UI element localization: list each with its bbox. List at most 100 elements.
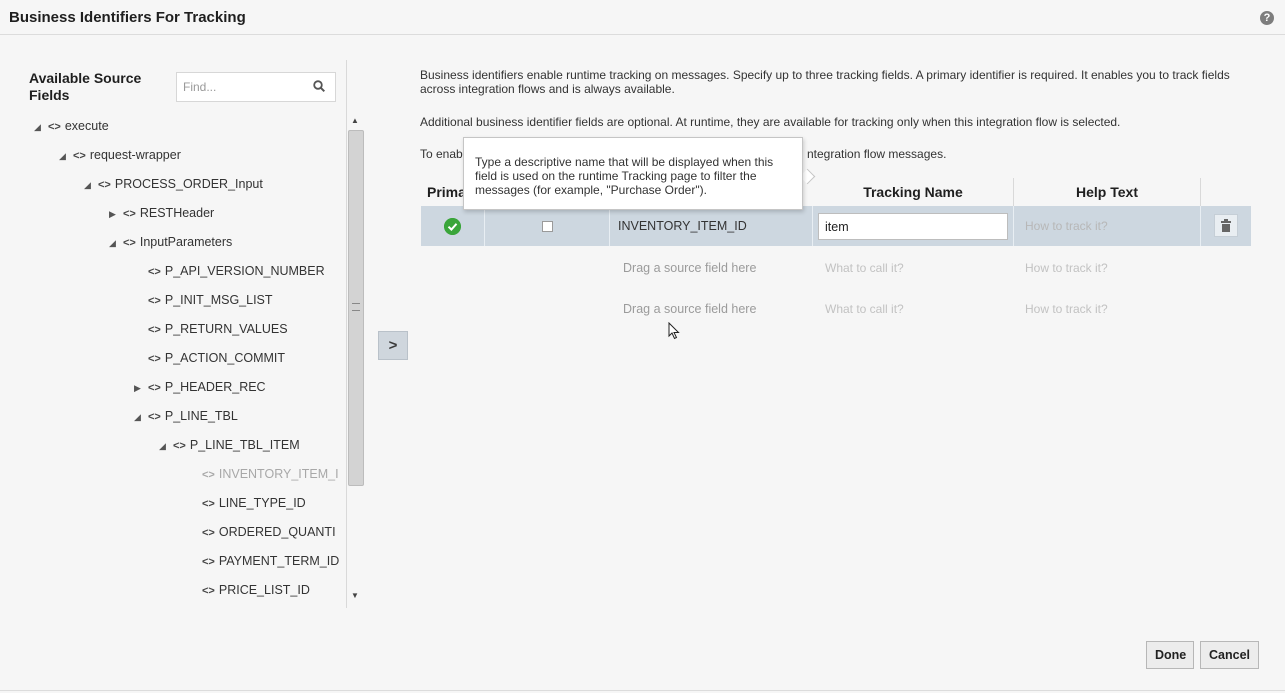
element-icon: <> <box>148 324 161 336</box>
tracking-name-cell <box>813 206 1014 246</box>
source-field-name: INVENTORY_ITEM_ID <box>618 219 747 233</box>
source-field-tree: ◢ <> execute ◢ <> request-wrapper ◢ <> PROCESS… <box>22 112 344 608</box>
tree-node-p-return-values[interactable]: <> P_RETURN_VALUES <box>134 315 288 344</box>
cancel-button[interactable]: Cancel <box>1200 641 1259 669</box>
tree-node-label: ORDERED_QUANTI <box>218 525 336 539</box>
field-cell: INVENTORY_ITEM_ID <box>610 206 813 246</box>
scroll-grip-icon <box>352 303 360 311</box>
tree-node-price-list-id[interactable]: <> PRICE_LIST_ID <box>188 576 310 605</box>
tree-node-process-order-input[interactable]: ◢ <> PROCESS_ORDER_Input <box>84 170 263 199</box>
search-icon[interactable] <box>313 80 325 92</box>
collapse-icon[interactable]: ◢ <box>84 171 98 200</box>
tree-node-inputparameters[interactable]: ◢ <> InputParameters <box>109 228 232 257</box>
tree-node-label: P_INIT_MSG_LIST <box>164 293 273 307</box>
element-icon: <> <box>202 556 215 568</box>
collapse-icon[interactable]: ◢ <box>34 113 48 142</box>
scroll-down-arrow-icon[interactable]: ▼ <box>350 592 360 600</box>
element-icon: <> <box>123 237 136 249</box>
element-icon: <> <box>148 266 161 278</box>
expand-icon[interactable]: ▶ <box>134 374 148 403</box>
primary-cell <box>421 206 485 246</box>
help-placeholder[interactable]: How to track it? <box>1025 248 1108 288</box>
tree-node-ordered-quantity[interactable]: <> ORDERED_QUANTI <box>188 518 336 547</box>
tracking-row-primary[interactable]: INVENTORY_ITEM_ID How to track it? <box>421 206 1251 246</box>
find-input[interactable] <box>177 73 309 101</box>
trash-icon <box>1221 219 1231 232</box>
element-icon: <> <box>148 295 161 307</box>
tree-node-p-line-tbl-item[interactable]: ◢ <> P_LINE_TBL_ITEM <box>159 431 300 460</box>
tree-node-label: P_RETURN_VALUES <box>164 322 288 336</box>
checkmark-circle-icon[interactable] <box>444 218 461 235</box>
description-primary: Business identifiers enable runtime trac… <box>420 68 1230 96</box>
find-box <box>176 72 336 102</box>
tree-node-execute[interactable]: ◢ <> execute <box>34 112 109 141</box>
collapse-icon[interactable]: ◢ <box>109 229 123 258</box>
tree-node-label: PROCESS_ORDER_Input <box>114 177 263 191</box>
column-header-tracking-name: Tracking Name <box>813 178 1014 206</box>
tree-node-label: P_HEADER_REC <box>164 380 266 394</box>
help-text-placeholder: How to track it? <box>1025 219 1108 233</box>
tree-node-label: P_LINE_TBL_ITEM <box>189 438 300 452</box>
tree-node-p-line-tbl[interactable]: ◢ <> P_LINE_TBL <box>134 402 238 431</box>
help-placeholder[interactable]: How to track it? <box>1025 289 1108 329</box>
panel-divider <box>346 60 347 608</box>
delete-cell <box>1201 206 1251 246</box>
dialog-header: Business Identifiers For Tracking ? <box>0 0 1285 35</box>
element-icon: <> <box>148 382 161 394</box>
empty-tracking-row[interactable]: Drag a source field here What to call it… <box>421 289 1251 329</box>
scrollbar-thumb[interactable] <box>348 130 364 486</box>
element-icon: <> <box>73 150 86 162</box>
tree-node-p-api-version-number[interactable]: <> P_API_VERSION_NUMBER <box>134 257 325 286</box>
tree-node-label: P_API_VERSION_NUMBER <box>164 264 325 278</box>
tree-node-p-action-commit[interactable]: <> P_ACTION_COMMIT <box>134 344 285 373</box>
collapse-icon[interactable]: ◢ <box>59 142 73 171</box>
tree-node-request-wrapper[interactable]: ◢ <> request-wrapper <box>59 141 181 170</box>
footer-divider <box>0 690 1285 691</box>
drop-zone[interactable]: Drag a source field here <box>623 248 756 288</box>
element-icon: <> <box>202 498 215 510</box>
move-field-button[interactable]: > <box>378 331 408 360</box>
expand-icon[interactable]: ▶ <box>109 200 123 229</box>
help-text-cell[interactable]: How to track it? <box>1014 206 1201 246</box>
tree-node-inventory-item-id[interactable]: <> INVENTORY_ITEM_I <box>188 460 339 489</box>
element-icon: <> <box>202 527 215 539</box>
collapse-icon[interactable]: ◢ <box>134 403 148 432</box>
element-icon: <> <box>148 353 161 365</box>
row-checkbox[interactable] <box>542 221 553 232</box>
element-icon: <> <box>48 121 61 133</box>
tree-node-label: LINE_TYPE_ID <box>218 496 306 510</box>
tree-node-line-type-id[interactable]: <> LINE_TYPE_ID <box>188 489 306 518</box>
name-placeholder[interactable]: What to call it? <box>825 289 904 329</box>
element-icon: <> <box>123 208 136 220</box>
tree-node-p-header-rec[interactable]: ▶ <> P_HEADER_REC <box>134 373 266 402</box>
tree-node-label: P_ACTION_COMMIT <box>164 351 286 365</box>
done-button[interactable]: Done <box>1146 641 1194 669</box>
tree-node-payment-term-id[interactable]: <> PAYMENT_TERM_ID <box>188 547 339 576</box>
column-header-help-text: Help Text <box>1014 178 1201 206</box>
tree-node-label: PRICE_LIST_ID <box>218 583 310 597</box>
tracking-name-tooltip: Type a descriptive name that will be dis… <box>463 137 803 210</box>
description-additional: Additional business identifier fields ar… <box>420 115 1121 129</box>
element-icon: <> <box>173 440 186 452</box>
tree-node-label: RESTHeader <box>139 206 215 220</box>
element-icon: <> <box>202 469 215 481</box>
tracking-name-input[interactable] <box>818 213 1008 240</box>
help-icon[interactable]: ? <box>1260 11 1274 25</box>
empty-tracking-row[interactable]: Drag a source field here What to call it… <box>421 248 1251 288</box>
dialog-title: Business Identifiers For Tracking <box>9 9 246 26</box>
tree-node-label: PAYMENT_TERM_ID <box>218 554 340 568</box>
tree-node-label: P_LINE_TBL <box>164 409 238 423</box>
chevron-right-icon: > <box>388 337 398 354</box>
mouse-cursor-icon <box>668 322 680 340</box>
element-icon: <> <box>98 179 111 191</box>
collapse-icon[interactable]: ◢ <box>159 432 173 461</box>
tree-node-label: execute <box>64 119 109 133</box>
scroll-up-arrow-icon[interactable]: ▲ <box>350 117 360 125</box>
description-enable-end: ntegration flow messages. <box>807 147 947 161</box>
delete-button[interactable] <box>1214 214 1238 237</box>
drop-zone[interactable]: Drag a source field here <box>623 289 756 329</box>
select-cell <box>485 206 610 246</box>
tree-node-p-init-msg-list[interactable]: <> P_INIT_MSG_LIST <box>134 286 273 315</box>
name-placeholder[interactable]: What to call it? <box>825 248 904 288</box>
tree-node-restheader[interactable]: ▶ <> RESTHeader <box>109 199 214 228</box>
